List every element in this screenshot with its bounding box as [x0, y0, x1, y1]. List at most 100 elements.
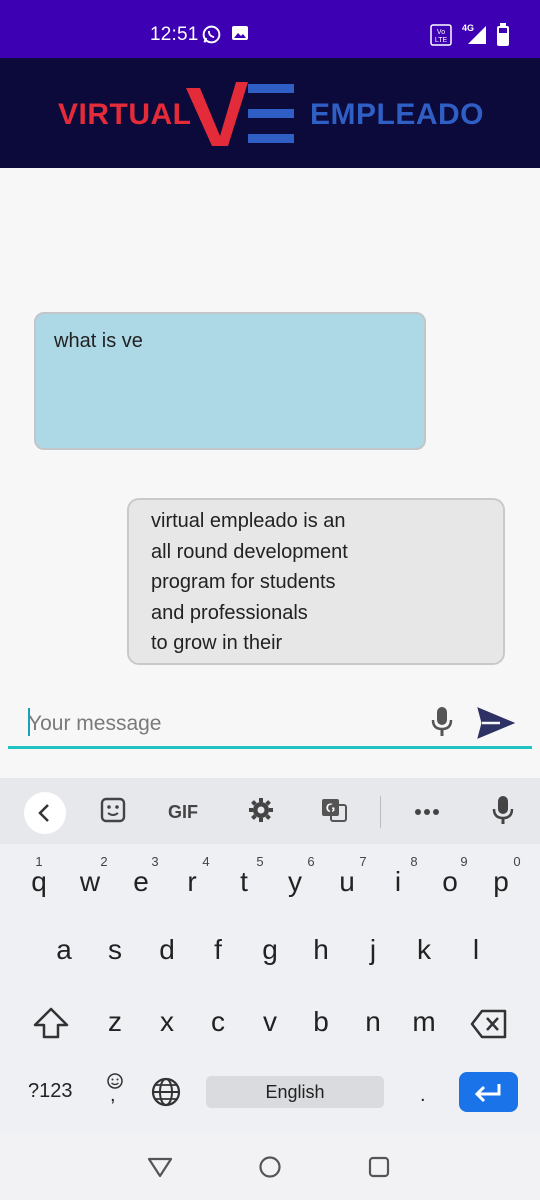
key-t[interactable]: 5t: [230, 854, 264, 898]
key-o[interactable]: 9o: [436, 854, 467, 898]
key-number-hint: 0: [513, 854, 521, 869]
recents-nav-icon[interactable]: [368, 1156, 390, 1183]
backspace-icon[interactable]: [470, 1008, 508, 1045]
key-letter: q: [31, 866, 47, 897]
system-nav-bar: [0, 1132, 540, 1200]
key-c[interactable]: c: [204, 1006, 232, 1038]
keyboard-mic-icon[interactable]: [490, 794, 516, 833]
key-m[interactable]: m: [410, 1006, 438, 1038]
key-g[interactable]: g: [256, 934, 284, 966]
key-x[interactable]: x: [153, 1006, 181, 1038]
mic-icon[interactable]: [428, 704, 456, 745]
key-letter: r: [187, 866, 197, 897]
comma-key[interactable]: ,: [110, 1084, 116, 1107]
bot-message-line: program for students: [151, 571, 336, 593]
svg-text:Vo: Vo: [437, 29, 445, 36]
back-nav-icon[interactable]: [147, 1156, 173, 1183]
key-v[interactable]: v: [256, 1006, 284, 1038]
enter-icon: [474, 1084, 501, 1103]
key-letter: t: [240, 866, 248, 897]
key-letter: e: [133, 866, 149, 897]
svg-text:LTE: LTE: [435, 37, 448, 44]
key-letter: a: [56, 934, 72, 965]
key-number-hint: 8: [410, 854, 418, 869]
key-q[interactable]: 1q: [25, 854, 53, 898]
keyboard-toolbar: GIF G: [0, 778, 540, 844]
send-icon[interactable]: [476, 706, 516, 745]
key-number-hint: 6: [307, 854, 315, 869]
translate-icon[interactable]: G: [320, 796, 348, 829]
space-bar[interactable]: English: [206, 1076, 384, 1108]
key-f[interactable]: f: [204, 934, 232, 966]
key-p[interactable]: 0p: [487, 854, 520, 898]
settings-icon[interactable]: [247, 796, 275, 829]
text-caret: [28, 708, 30, 736]
key-letter: x: [160, 1006, 174, 1037]
toolbar-separator: [380, 796, 381, 828]
key-r[interactable]: 4r: [178, 854, 209, 898]
chat-area[interactable]: what is ve virtual empleado is an all ro…: [0, 168, 540, 688]
key-b[interactable]: b: [307, 1006, 335, 1038]
back-icon[interactable]: [24, 792, 66, 834]
key-letter: j: [369, 934, 377, 965]
key-y[interactable]: 6y: [281, 854, 315, 898]
key-number-hint: 9: [460, 854, 468, 869]
svg-text:4G: 4G: [462, 23, 474, 33]
key-letter: s: [108, 934, 122, 965]
key-number-hint: 7: [359, 854, 367, 869]
message-input-row: [8, 700, 532, 750]
key-letter: c: [211, 1006, 225, 1037]
enter-key[interactable]: [459, 1072, 518, 1112]
gif-button[interactable]: GIF: [168, 802, 198, 823]
key-w[interactable]: 2w: [76, 854, 108, 898]
shift-icon[interactable]: [32, 1006, 70, 1045]
key-e[interactable]: 3e: [127, 854, 158, 898]
user-message-text: what is ve: [54, 330, 143, 352]
status-bar: 12:51 Vo LTE 4G: [0, 0, 540, 58]
key-l[interactable]: l: [462, 934, 490, 966]
key-letter: v: [263, 1006, 277, 1037]
key-letter: g: [262, 934, 278, 965]
input-underline: [8, 746, 532, 749]
key-letter: l: [472, 934, 480, 965]
volte-icon: Vo LTE: [430, 24, 452, 51]
status-time: 12:51: [150, 24, 199, 45]
app-header: VIRTUAL EMPLEADO: [0, 58, 540, 168]
key-letter: p: [493, 866, 509, 897]
key-number-hint: 1: [35, 854, 43, 869]
bot-message-bubble: virtual empleado is an all round develop…: [127, 498, 505, 665]
key-letter: f: [214, 934, 222, 965]
key-u[interactable]: 7u: [333, 854, 366, 898]
key-number-hint: 4: [202, 854, 210, 869]
home-nav-icon[interactable]: [258, 1155, 282, 1184]
key-d[interactable]: d: [153, 934, 181, 966]
key-letter: y: [288, 866, 302, 897]
key-k[interactable]: k: [410, 934, 438, 966]
key-letter: k: [417, 934, 431, 965]
symbols-key[interactable]: ?123: [28, 1080, 73, 1103]
bot-message-line: virtual empleado is an: [151, 510, 346, 532]
key-number-hint: 2: [100, 854, 108, 869]
bot-message-line: and professionals: [151, 601, 308, 624]
key-i[interactable]: 8i: [384, 854, 418, 898]
key-letter: z: [108, 1006, 122, 1037]
whatsapp-icon: [201, 24, 222, 50]
message-input[interactable]: [28, 708, 408, 740]
key-number-hint: 5: [256, 854, 264, 869]
globe-icon[interactable]: [150, 1076, 182, 1113]
key-letter: o: [442, 866, 458, 897]
battery-icon: [496, 23, 510, 52]
key-letter: b: [313, 1006, 329, 1037]
key-h[interactable]: h: [307, 934, 335, 966]
key-letter: w: [79, 866, 101, 897]
key-n[interactable]: n: [359, 1006, 387, 1038]
period-key[interactable]: .: [420, 1084, 426, 1107]
sticker-icon[interactable]: [99, 796, 127, 829]
bot-message-line: to grow in their: [151, 632, 283, 654]
key-z[interactable]: z: [101, 1006, 129, 1038]
key-a[interactable]: a: [50, 934, 78, 966]
logo-text-empleado: EMPLEADO: [310, 98, 485, 131]
more-icon[interactable]: [414, 804, 440, 822]
key-s[interactable]: s: [101, 934, 129, 966]
key-j[interactable]: j: [359, 934, 387, 966]
